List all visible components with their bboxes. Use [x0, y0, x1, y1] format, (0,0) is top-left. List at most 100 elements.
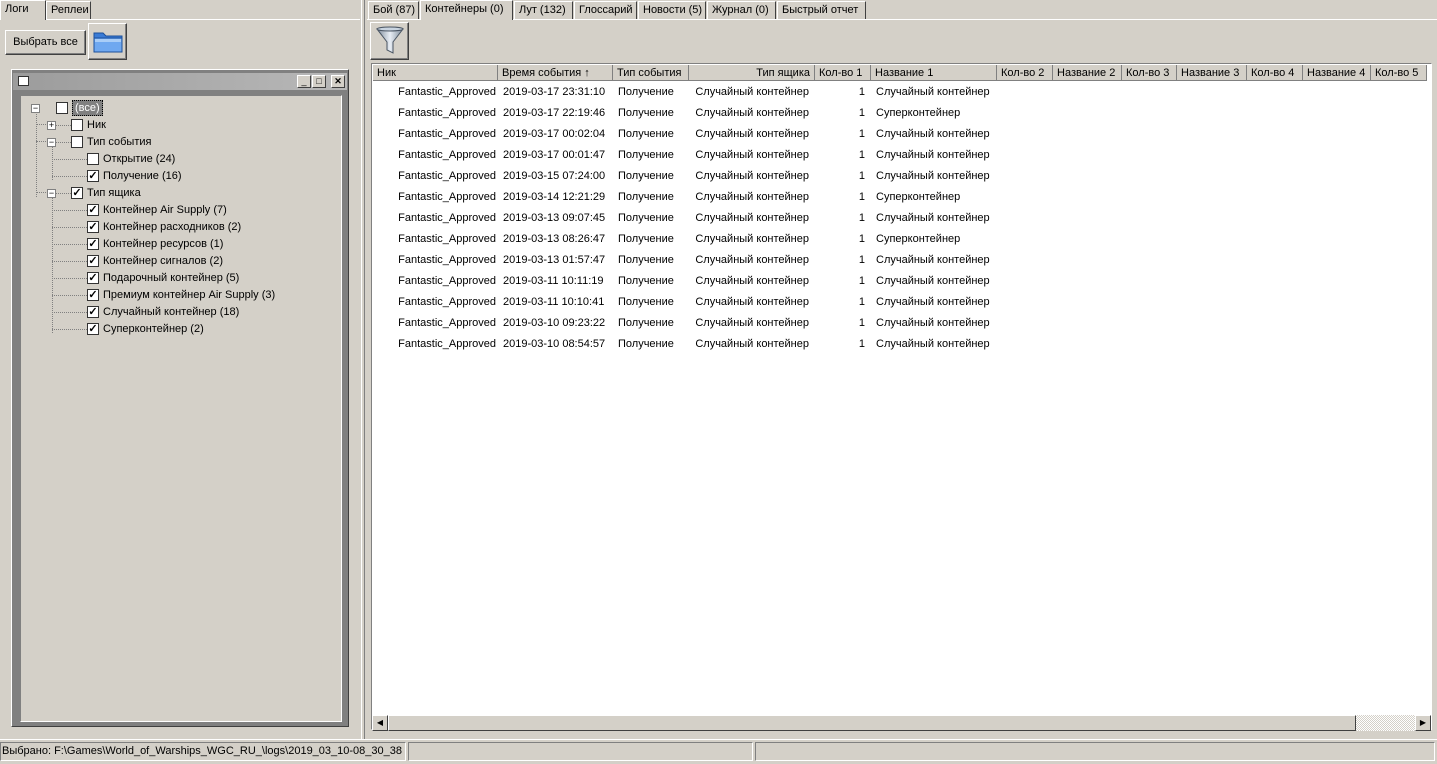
- checkbox[interactable]: ✓: [87, 204, 99, 216]
- tree-node-label: Получение (16): [103, 170, 182, 182]
- tree-node[interactable]: + Ник: [21, 117, 331, 133]
- tree-node[interactable]: ✓ Контейнер расходников (2): [21, 219, 331, 235]
- tree-node[interactable]: ✓ Контейнер сигналов (2): [21, 253, 331, 269]
- checkbox[interactable]: [87, 153, 99, 165]
- left-splitter[interactable]: [361, 0, 365, 740]
- checkbox[interactable]: ✓: [87, 221, 99, 233]
- column-header[interactable]: Кол-во 5: [1371, 65, 1427, 81]
- tree-node[interactable]: ✓ Получение (16): [21, 168, 331, 184]
- maximize-button[interactable]: □: [312, 75, 326, 88]
- tree-node-label: Подарочный контейнер (5): [103, 272, 240, 284]
- table-row[interactable]: Fantastic_Approved 2019-03-11 10:11:19 Пол…: [373, 271, 1431, 292]
- table-row[interactable]: Fantastic_Approved 2019-03-10 09:23:22 Пол…: [373, 313, 1431, 334]
- scroll-right-button[interactable]: ▶: [1415, 715, 1431, 731]
- checkbox[interactable]: ✓: [87, 306, 99, 318]
- table-cell: Случайный контейнер: [695, 149, 809, 161]
- checkbox[interactable]: ✓: [87, 255, 99, 267]
- table-row[interactable]: Fantastic_Approved 2019-03-14 12:21:29 Пол…: [373, 187, 1431, 208]
- checkbox[interactable]: ✓: [87, 289, 99, 301]
- scroll-thumb[interactable]: [388, 715, 1356, 731]
- tab-4[interactable]: Новости (5): [638, 1, 706, 19]
- table-row[interactable]: Fantastic_Approved 2019-03-15 07:24:00 Пол…: [373, 166, 1431, 187]
- tab-2[interactable]: Лут (132): [514, 1, 573, 19]
- tree-node[interactable]: ✓ Случайный контейнер (18): [21, 304, 331, 320]
- tree-node[interactable]: ✓ Премиум контейнер Air Supply (3): [21, 287, 331, 303]
- column-header[interactable]: Название 4: [1303, 65, 1371, 81]
- tree-node[interactable]: ✓ Суперконтейнер (2): [21, 321, 331, 337]
- table-row[interactable]: Fantastic_Approved 2019-03-10 08:54:57 Пол…: [373, 334, 1431, 355]
- checkbox[interactable]: ✓: [87, 323, 99, 335]
- checkbox[interactable]: [56, 102, 68, 114]
- table-row[interactable]: Fantastic_Approved 2019-03-17 22:19:46 Пол…: [373, 103, 1431, 124]
- tree-node[interactable]: ✓ Контейнер Air Supply (7): [21, 202, 331, 218]
- tree-node[interactable]: − ✓ Тип ящика: [21, 185, 331, 201]
- column-header[interactable]: Тип ящика: [689, 65, 815, 81]
- table-cell: Суперконтейнер: [876, 191, 961, 203]
- column-header[interactable]: Название 2: [1053, 65, 1122, 81]
- table-cell: Суперконтейнер: [876, 233, 961, 245]
- table-cell: 1: [858, 170, 865, 182]
- tree-node-label: (все): [72, 100, 103, 116]
- tree-node[interactable]: Открытие (24): [21, 151, 331, 167]
- table-cell: 2019-03-13 09:07:45: [503, 212, 606, 224]
- column-header[interactable]: Тип события: [613, 65, 689, 81]
- column-header[interactable]: Кол-во 4: [1247, 65, 1303, 81]
- table-cell: Fantastic_Approved: [398, 191, 496, 203]
- column-header[interactable]: Кол-во 2: [997, 65, 1053, 81]
- table-cell: 1: [858, 107, 865, 119]
- table-cell: Получение: [618, 254, 674, 266]
- expand-icon[interactable]: +: [47, 121, 56, 130]
- tab-logs[interactable]: Логи: [0, 0, 46, 20]
- window-icon: [18, 76, 29, 86]
- column-header[interactable]: Кол-во 1: [815, 65, 871, 81]
- checkbox[interactable]: ✓: [87, 170, 99, 182]
- collapse-icon[interactable]: −: [47, 138, 56, 147]
- tab-0[interactable]: Бой (87): [368, 1, 419, 19]
- table-row[interactable]: Fantastic_Approved 2019-03-17 00:01:47 Пол…: [373, 145, 1431, 166]
- tree-node[interactable]: ✓ Контейнер ресурсов (1): [21, 236, 331, 252]
- filter-button[interactable]: [370, 22, 409, 60]
- column-header[interactable]: Название 1: [871, 65, 997, 81]
- scroll-left-button[interactable]: ◀: [372, 715, 388, 731]
- table-cell: Получение: [618, 170, 674, 182]
- tree-node[interactable]: ✓ Подарочный контейнер (5): [21, 270, 331, 286]
- tab-5[interactable]: Журнал (0): [707, 1, 776, 19]
- collapse-icon[interactable]: −: [31, 104, 40, 113]
- column-header[interactable]: Ник: [373, 65, 498, 81]
- table-row[interactable]: Fantastic_Approved 2019-03-17 00:02:04 Пол…: [373, 124, 1431, 145]
- table-cell: Получение: [618, 338, 674, 350]
- tab-1[interactable]: Контейнеры (0): [420, 0, 513, 20]
- column-header[interactable]: Кол-во 3: [1122, 65, 1177, 81]
- table-row[interactable]: Fantastic_Approved 2019-03-13 01:57:47 Пол…: [373, 250, 1431, 271]
- minimize-button[interactable]: _: [297, 75, 311, 88]
- checkbox[interactable]: ✓: [87, 238, 99, 250]
- tree-node-all[interactable]: − (все): [31, 100, 331, 116]
- table-cell: 1: [858, 317, 865, 329]
- table-row[interactable]: Fantastic_Approved 2019-03-17 23:31:10 Пол…: [373, 82, 1431, 103]
- table-row[interactable]: Fantastic_Approved 2019-03-13 08:26:47 Пол…: [373, 229, 1431, 250]
- table-cell: Суперконтейнер: [876, 107, 961, 119]
- open-folder-button[interactable]: [88, 23, 127, 60]
- column-header[interactable]: Название 3: [1177, 65, 1247, 81]
- status-panel-2: [408, 742, 753, 761]
- column-header[interactable]: Время события ↑: [498, 65, 613, 81]
- checkbox[interactable]: [71, 119, 83, 131]
- table-cell: Случайный контейнер: [695, 212, 809, 224]
- tab-6[interactable]: Быстрый отчет: [777, 1, 866, 19]
- table-row[interactable]: Fantastic_Approved 2019-03-11 10:10:41 Пол…: [373, 292, 1431, 313]
- table-row[interactable]: Fantastic_Approved 2019-03-13 09:07:45 Пол…: [373, 208, 1431, 229]
- table-cell: Fantastic_Approved: [398, 107, 496, 119]
- table-cell: 2019-03-17 00:02:04: [503, 128, 606, 140]
- tab-replays[interactable]: Реплеи: [46, 1, 91, 19]
- table-cell: Fantastic_Approved: [398, 338, 496, 350]
- tab-3[interactable]: Глоссарий: [574, 1, 637, 19]
- checkbox[interactable]: [71, 136, 83, 148]
- select-all-button[interactable]: Выбрать все: [5, 30, 86, 55]
- tree-node[interactable]: − Тип события: [21, 134, 331, 150]
- horizontal-scrollbar[interactable]: ◀ ▶: [372, 715, 1431, 731]
- checkbox[interactable]: ✓: [71, 187, 83, 199]
- checkbox[interactable]: ✓: [87, 272, 99, 284]
- collapse-icon[interactable]: −: [47, 189, 56, 198]
- close-button[interactable]: ✕: [331, 75, 345, 88]
- table-cell: 2019-03-17 22:19:46: [503, 107, 606, 119]
